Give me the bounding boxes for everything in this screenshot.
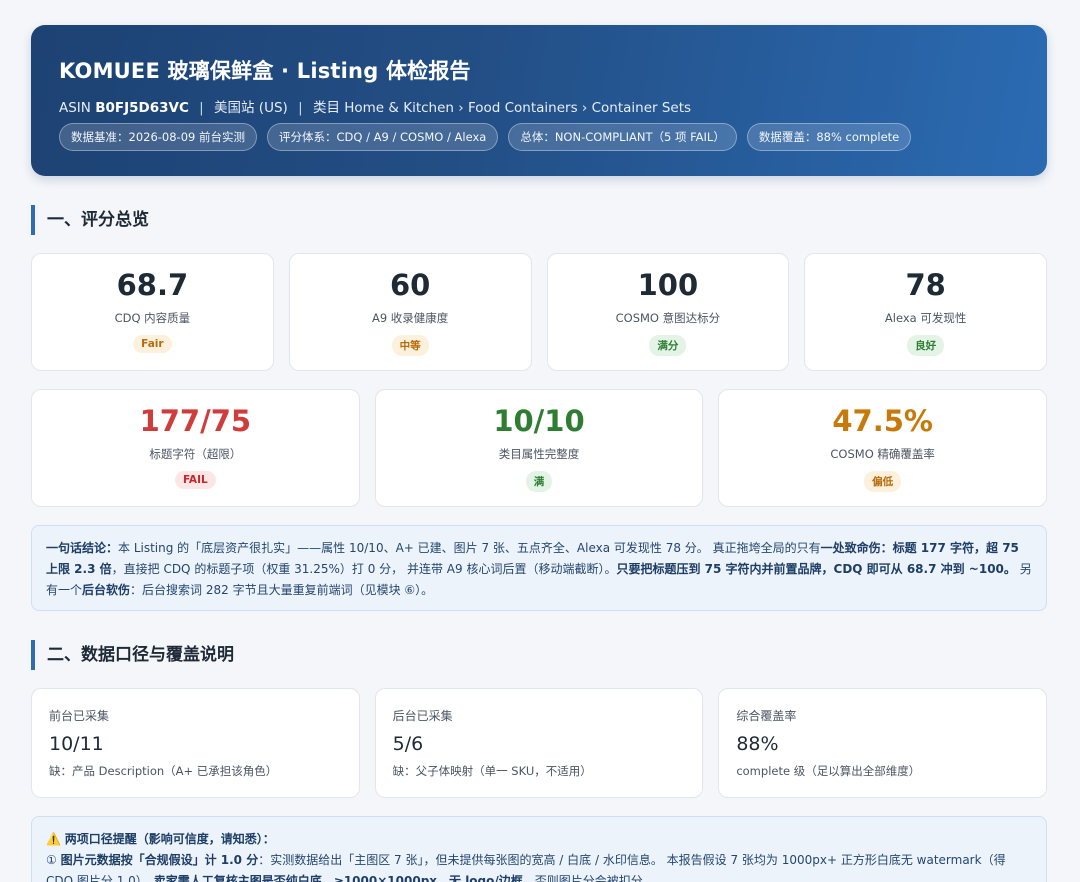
caliber-notice: ⚠️ 两项口径提醒（影响可信度，请知悉）： ① 图片元数据按「合规假设」计 1.… [31,816,1047,882]
notice-text: ，否则图片分会被扣分。 [522,874,655,882]
summary-conclusion: 一句话结论：本 Listing 的「底层资产很扎实」——属性 10/10、A+ … [31,525,1047,611]
coverage-value: 10/11 [49,733,104,755]
coverage-note: complete 级（足以算出全部维度） [736,764,921,778]
chip-data-baseline: 数据基准：2026-08-09 前台实测 [59,123,257,151]
notice-marker: ① [46,853,57,867]
coverage-note: 缺：产品 Description（A+ 已承担该角色） [49,764,278,778]
metric-label: COSMO 精确覆盖率 [830,447,935,461]
score-label: Alexa 可发现性 [884,311,967,325]
metric-value: 47.5% [832,404,933,438]
separator: | [199,100,204,116]
conclusion-text: 本 Listing 的「底层资产很扎实」——属性 10/10、A+ 已建、图片 … [118,541,821,555]
score-label: CDQ 内容质量 [114,311,191,325]
notice-highlight: 卖家需人工复核主图是否纯白底、≥1000×1000px、无 logo/边框 [153,874,523,882]
asin-label: ASIN [59,100,91,116]
coverage-title: 后台已采集 [392,709,453,723]
score-label: COSMO 意图达标分 [615,311,721,325]
coverage-note: 缺：父子体映射（单一 SKU，不适用） [392,764,592,778]
coverage-card-frontend: 前台已采集 10/11 缺：产品 Description（A+ 已承担该角色） [31,688,360,798]
section-title-overview: 一、评分总览 [31,205,1047,235]
coverage-title: 综合覆盖率 [736,709,797,723]
chip-data-coverage: 数据覆盖：88% complete [746,123,912,151]
marketplace: 美国站 (US) [214,100,288,116]
score-cards: 68.7 CDQ 内容质量 Fair 60 A9 收录健康度 中等 100 CO… [31,253,1047,371]
notice-highlight: 图片元数据按「合规假设」计 1.0 分 [60,853,259,867]
asin-value: B0FJ5D63VC [95,100,189,116]
product-meta: ASIN B0FJ5D63VC | 美国站 (US) | 类目 Home & K… [59,96,1019,116]
coverage-cards: 前台已采集 10/11 缺：产品 Description（A+ 已承担该角色） … [31,688,1047,798]
coverage-value: 88% [736,733,779,755]
chip-scoring-system: 评分体系：CDQ / A9 / COSMO / Alexa [267,123,499,151]
category-path: 类目 Home & Kitchen › Food Containers › Co… [312,100,692,116]
metric-card-title-length: 177/75 标题字符（超限） FAIL [31,389,360,507]
score-card-alexa: 78 Alexa 可发现性 良好 [804,253,1047,371]
status-badge: 满 [525,471,553,492]
score-value: 78 [905,268,946,302]
status-badge: 中等 [391,335,429,356]
metric-label: 标题字符（超限） [149,447,242,461]
report-page: KOMUEE 玻璃保鲜盒 · Listing 体检报告 ASIN B0FJ5D6… [0,0,1080,882]
status-badge: Fair [133,335,172,353]
coverage-card-overall: 综合覆盖率 88% complete 级（足以算出全部维度） [718,688,1047,798]
coverage-value: 5/6 [392,733,424,755]
metric-value: 177/75 [139,404,252,438]
status-badge: 满分 [649,335,687,356]
meta-chips: 数据基准：2026-08-09 前台实测 评分体系：CDQ / A9 / COS… [59,123,1019,151]
metric-value: 10/10 [493,404,585,438]
section-title-coverage: 二、数据口径与覆盖说明 [31,640,1047,670]
chip-overall-status: 总体：NON-COMPLIANT（5 项 FAIL） [508,123,737,151]
score-value: 60 [389,268,431,302]
notice-title: 两项口径提醒（影响可信度，请知悉）： [64,832,275,846]
metric-card-cosmo-coverage: 47.5% COSMO 精确覆盖率 偏低 [718,389,1047,507]
score-value: 68.7 [116,268,189,302]
coverage-card-backend: 后台已采集 5/6 缺：父子体映射（单一 SKU，不适用） [374,688,704,798]
conclusion-text: ，直接把 CDQ 的标题子项（权重 31.25%）打 0 分， 并连带 A9 核… [111,562,617,576]
conclusion-highlight: 只要把标题压到 75 字符内并前置品牌，CDQ 即可从 68.7 冲到 ~100… [616,562,1016,576]
status-badge: 良好 [907,335,945,356]
score-card-a9: 60 A9 收录健康度 中等 [288,253,532,371]
metric-card-attributes: 10/10 类目属性完整度 满 [374,389,704,507]
conclusion-lead: 一句话结论： [46,541,119,555]
report-header: KOMUEE 玻璃保鲜盒 · Listing 体检报告 ASIN B0FJ5D6… [31,25,1047,176]
status-badge: 偏低 [864,471,902,492]
metric-label: 类目属性完整度 [498,447,580,461]
report-title: KOMUEE 玻璃保鲜盒 · Listing 体检报告 [59,59,471,83]
conclusion-text: ：后台搜索词 282 字节且大量重复前端词（见模块 ⑥）。 [130,583,434,597]
score-value: 100 [637,268,699,302]
score-card-cosmo: 100 COSMO 意图达标分 满分 [546,253,790,371]
score-label: A9 收录健康度 [371,311,449,325]
separator: | [298,100,303,116]
status-badge: FAIL [174,471,216,489]
score-card-cdq: 68.7 CDQ 内容质量 Fair [31,253,274,371]
coverage-title: 前台已采集 [49,709,110,723]
metric-cards: 177/75 标题字符（超限） FAIL 10/10 类目属性完整度 满 47.… [31,389,1047,507]
warning-icon: ⚠️ [46,832,61,846]
conclusion-highlight: 后台软伤 [82,583,131,597]
